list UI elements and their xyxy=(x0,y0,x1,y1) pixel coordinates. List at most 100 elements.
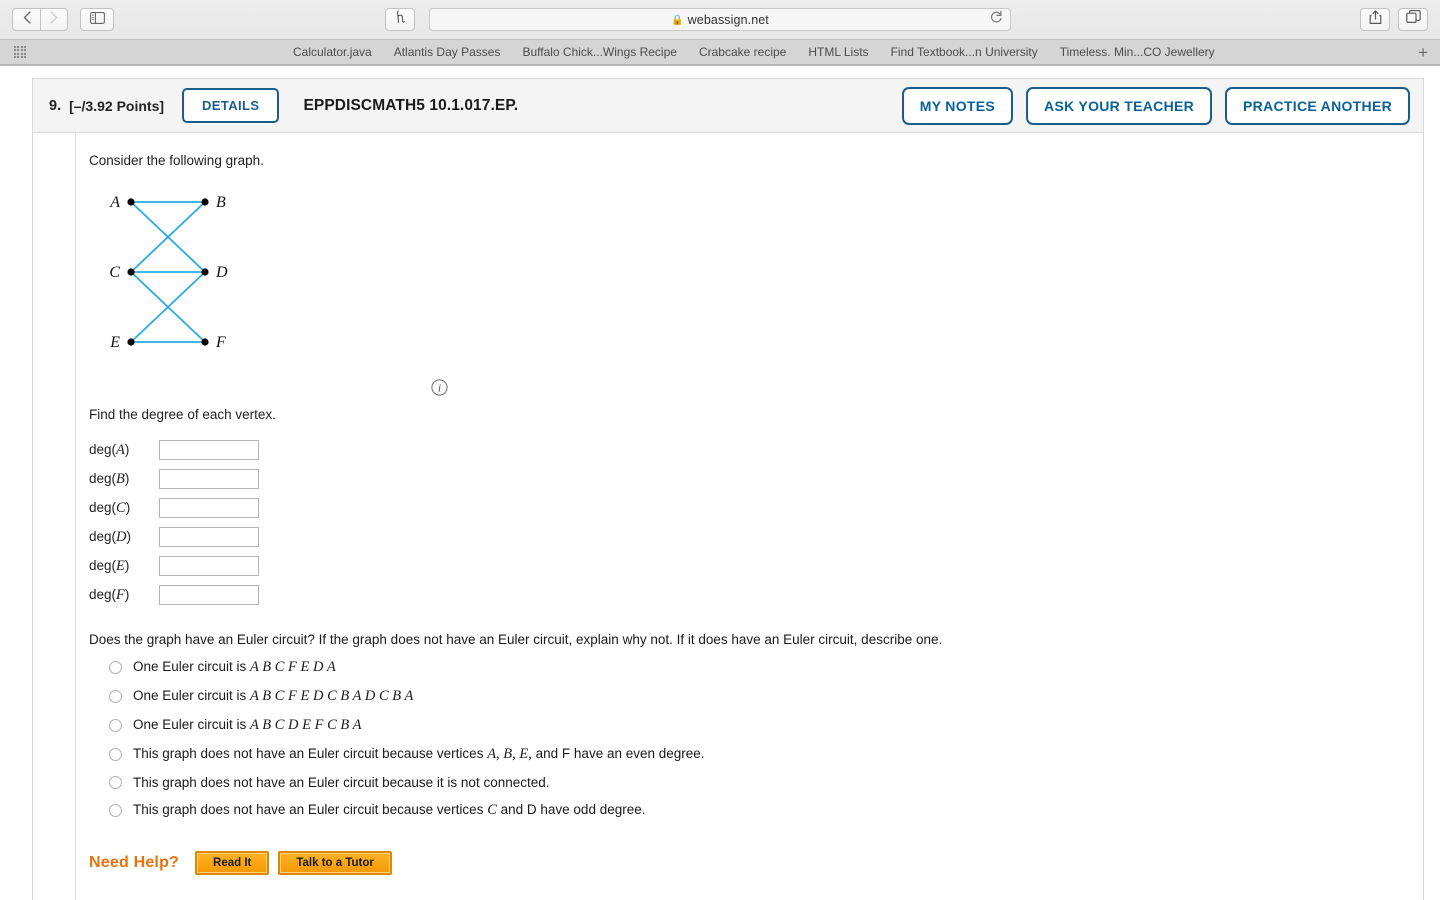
intro-text: Consider the following graph. xyxy=(89,153,264,168)
degree-row-f: deg(F) xyxy=(89,581,1423,610)
sidebar-toggle-icon xyxy=(89,11,105,29)
graph-vertex-label-D: D xyxy=(215,264,228,281)
details-button[interactable]: DETAILS xyxy=(182,88,280,123)
graph-vertex-E xyxy=(127,338,135,346)
bookmark-item[interactable]: Crabcake recipe xyxy=(699,45,786,59)
question-header: 9. [–/3.92 Points] DETAILS EPPDISCMATH5 … xyxy=(33,79,1423,133)
degree-row-b: deg(B) xyxy=(89,465,1423,494)
info-icon[interactable]: i xyxy=(431,379,448,401)
graph-vertex-label-A: A xyxy=(109,194,120,211)
choice-label-5: This graph does not have an Euler circui… xyxy=(133,774,550,790)
choice-radio-1[interactable] xyxy=(109,660,122,674)
need-help-label: Need Help? xyxy=(89,853,180,871)
ask-your-teacher-button[interactable]: ASK YOUR TEACHER xyxy=(1026,86,1213,125)
euler-question-text: Does the graph have an Euler circuit? If… xyxy=(89,631,943,647)
degree-label-f: deg(F) xyxy=(89,586,130,603)
choice-radio-4[interactable] xyxy=(109,747,122,761)
choice-row[interactable]: One Euler circuit is A B C F E D C B A D… xyxy=(89,688,1423,705)
choice-radio-2[interactable] xyxy=(109,689,122,703)
new-tab-button[interactable]: + xyxy=(1418,44,1428,61)
page-content: 9. [–/3.92 Points] DETAILS EPPDISCMATH5 … xyxy=(0,66,1440,900)
choice-label-3: One Euler circuit is A B C D E F C B A xyxy=(133,716,362,733)
degree-label-d: deg(D) xyxy=(89,528,132,545)
chevron-right-icon xyxy=(50,10,58,29)
share-icon xyxy=(1369,9,1382,30)
practice-another-button[interactable]: PRACTICE ANOTHER xyxy=(1225,86,1410,125)
graph-vertex-F xyxy=(201,338,209,346)
graph-vertex-D xyxy=(201,268,209,276)
graph-svg: A B C D E F xyxy=(109,194,228,351)
svg-text:i: i xyxy=(438,383,441,395)
hypothesis-extension-icon xyxy=(395,10,406,30)
degree-row-c: deg(C) xyxy=(89,494,1423,523)
degree-row-e: deg(E) xyxy=(89,552,1423,581)
choice-label-1: One Euler circuit is A B C F E D A xyxy=(133,658,336,675)
graph-figure: A B C D E F i xyxy=(89,177,1423,397)
choice-label-6: This graph does not have an Euler circui… xyxy=(133,801,646,818)
degree-row-a: deg(A) xyxy=(89,436,1423,465)
bookmark-item[interactable]: HTML Lists xyxy=(808,45,868,59)
graph-vertex-B xyxy=(201,198,209,206)
degree-input-a[interactable] xyxy=(159,440,259,460)
degree-fields: deg(A) deg(B) deg(C) deg(D) deg(E) deg(F… xyxy=(89,436,1423,610)
browser-chrome: 🔒 webassign.net Calculator.java Atlantis… xyxy=(0,0,1440,66)
bookmarks-bar: Calculator.java Atlantis Day Passes Buff… xyxy=(0,39,1440,65)
body-left-rule xyxy=(75,133,76,900)
read-it-button[interactable]: Read It xyxy=(195,850,270,875)
question-body: Consider the following graph. A B C D E F i F… xyxy=(33,133,1423,900)
bookmarks-grid-icon[interactable] xyxy=(14,46,28,59)
choice-row[interactable]: This graph does not have an Euler circui… xyxy=(89,802,1423,819)
chevron-left-icon xyxy=(23,10,31,29)
degree-label-c: deg(C) xyxy=(89,499,131,516)
choice-row[interactable]: One Euler circuit is A B C D E F C B A xyxy=(89,717,1423,734)
degree-label-b: deg(B) xyxy=(89,470,130,487)
choice-label-2: One Euler circuit is A B C F E D C B A D… xyxy=(133,687,414,704)
address-bar-text: 🔒 webassign.net xyxy=(671,12,769,27)
bookmark-item[interactable]: Buffalo Chick...Wings Recipe xyxy=(522,45,677,59)
choice-row[interactable]: One Euler circuit is A B C F E D A xyxy=(89,659,1423,676)
degree-input-f[interactable] xyxy=(159,585,259,605)
graph-vertex-label-E: E xyxy=(109,334,120,351)
address-bar[interactable]: 🔒 webassign.net xyxy=(429,8,1011,31)
degree-label-e: deg(E) xyxy=(89,557,130,574)
choice-radio-3[interactable] xyxy=(109,718,122,732)
choice-row[interactable]: This graph does not have an Euler circui… xyxy=(89,775,1423,790)
bookmark-item[interactable]: Timeless. Min...CO Jewellery xyxy=(1060,45,1215,59)
degree-input-c[interactable] xyxy=(159,498,259,518)
browser-toolbar: 🔒 webassign.net xyxy=(0,0,1440,39)
question-container: 9. [–/3.92 Points] DETAILS EPPDISCMATH5 … xyxy=(32,78,1424,900)
choice-label-4: This graph does not have an Euler circui… xyxy=(133,745,705,762)
bookmark-list: Calculator.java Atlantis Day Passes Buff… xyxy=(293,45,1215,59)
hypothesis-extension-button[interactable] xyxy=(385,8,415,31)
graph-vertex-label-B: B xyxy=(216,194,226,211)
navigation-buttons xyxy=(12,8,68,31)
graph-vertex-A xyxy=(127,198,135,206)
share-button[interactable] xyxy=(1360,8,1390,31)
tab-overview-button[interactable] xyxy=(1398,8,1428,31)
bookmark-item[interactable]: Find Textbook...n University xyxy=(891,45,1038,59)
degree-input-e[interactable] xyxy=(159,556,259,576)
bookmark-item[interactable]: Calculator.java xyxy=(293,45,372,59)
choice-list: One Euler circuit is A B C F E D A One Eu… xyxy=(89,659,1423,819)
header-actions: MY NOTES ASK YOUR TEACHER PRACTICE ANOTH… xyxy=(901,86,1410,125)
bookmark-item[interactable]: Atlantis Day Passes xyxy=(394,45,501,59)
degree-prompt: Find the degree of each vertex. xyxy=(89,407,276,423)
forward-button[interactable] xyxy=(40,8,68,31)
sidebar-toggle-button[interactable] xyxy=(80,8,114,31)
degree-input-b[interactable] xyxy=(159,469,259,489)
lock-icon: 🔒 xyxy=(671,14,684,26)
choice-row[interactable]: This graph does not have an Euler circui… xyxy=(89,746,1423,763)
question-number: 9. xyxy=(49,97,62,114)
choice-radio-6[interactable] xyxy=(109,803,122,817)
tab-overview-icon xyxy=(1405,10,1421,29)
choice-radio-5[interactable] xyxy=(109,775,122,789)
back-button[interactable] xyxy=(12,8,40,31)
degree-input-d[interactable] xyxy=(159,527,259,547)
need-help-section: Need Help? Read It Talk to a Tutor xyxy=(89,850,1423,875)
reload-button[interactable] xyxy=(990,10,1003,29)
talk-to-a-tutor-button[interactable]: Talk to a Tutor xyxy=(278,850,392,875)
my-notes-button[interactable]: MY NOTES xyxy=(901,86,1014,125)
graph-vertex-C xyxy=(127,268,135,276)
graph-vertex-label-C: C xyxy=(109,264,120,281)
graph-vertex-label-F: F xyxy=(215,334,226,351)
